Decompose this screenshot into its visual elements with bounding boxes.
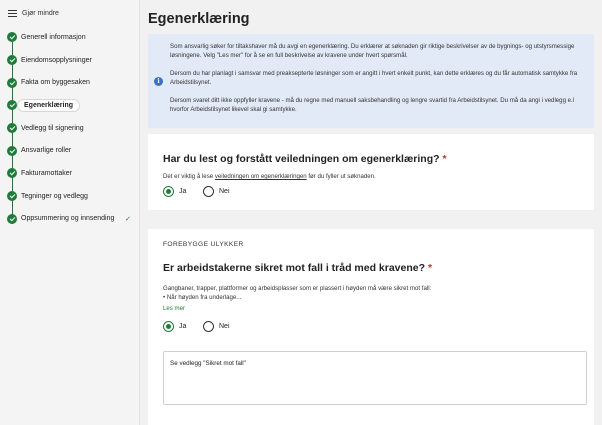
radio-selected-icon (163, 321, 174, 332)
sidebar-item-oppsummering-og-innsending[interactable]: Oppsummering og innsending ✓ (0, 208, 139, 231)
check-circle-icon (7, 145, 17, 156)
radio-yes[interactable]: Ja (163, 186, 186, 197)
check-circle-icon (7, 55, 17, 66)
radio-selected-icon (163, 186, 174, 197)
radio-empty-icon (203, 321, 214, 332)
sidebar-item-label: Fakturamottaker (21, 169, 72, 177)
section-heading: FOREBYGGE ULYKKER (163, 241, 244, 248)
question-title-text: Er arbeidstakerne sikret mot fall i tråd… (163, 262, 426, 274)
info-panel: i Som ansvarlig søker for tiltakshaver m… (148, 34, 594, 128)
sidebar-item-fakturamottaker[interactable]: Fakturamottaker (0, 162, 139, 202)
check-circle-icon (7, 123, 17, 134)
question-title-text: Har du lest og forstått veiledningen om … (163, 153, 440, 165)
info-paragraph: Dersom svaret ditt ikke oppfyller kraven… (170, 97, 575, 113)
check-circle-icon (7, 168, 17, 179)
check-circle-icon (7, 191, 17, 202)
sidebar-item-label: Vedlegg til signering (21, 124, 84, 132)
required-marker: * (442, 153, 447, 165)
radio-label: Nei (219, 188, 230, 195)
sidebar-item-label: Fakta om byggesaken (21, 79, 90, 87)
check-circle-icon (7, 32, 17, 43)
radio-label: Nei (219, 323, 230, 330)
question-title: Har du lest og forstått veiledningen om … (163, 153, 447, 165)
radio-yes[interactable]: Ja (163, 321, 186, 332)
check-circle-icon (7, 213, 17, 224)
radio-empty-icon (203, 186, 214, 197)
question-card-fall-protection: FOREBYGGE ULYKKER Er arbeidstakerne sikr… (148, 229, 594, 425)
sidebar-item-ansvarlige-roller[interactable]: Ansvarlige roller (0, 139, 139, 179)
main-content: Egenerklæring i Som ansvarlig søker for … (140, 0, 602, 425)
sidebar-item-label: Tegninger og vedlegg (21, 192, 88, 200)
sidebar-item-fakta-om-byggesaken[interactable]: Fakta om byggesaken (0, 71, 139, 111)
sidebar-item-generell-informasjon[interactable]: Generell informasjon (0, 26, 139, 66)
sidebar-item-label: Ansvarlige roller (21, 147, 72, 155)
sidebar-item-label: Oppsummering og innsending (21, 215, 115, 223)
sidebar-item-label: Generell informasjon (21, 33, 86, 41)
radio-no[interactable]: Nei (203, 186, 230, 197)
required-marker: * (427, 262, 433, 274)
sidebar-item-label: Eiendomsopplysninger (21, 56, 92, 64)
help-text: Det er viktig å lese (163, 173, 215, 180)
question-card-guidance: Har du lest og forstått veiledningen om … (148, 134, 594, 210)
read-more-link[interactable]: Les mer (163, 305, 185, 312)
page-title: Egenerklæring (148, 11, 250, 27)
radio-no[interactable]: Nei (203, 321, 230, 332)
help-text: før du fyller ut søknaden. (306, 173, 376, 180)
info-icon: i (154, 77, 163, 86)
sidebar-item-label: Egenerklæring (17, 98, 81, 112)
step-list: Generell informasjon Eiendomsopplysninge… (0, 26, 139, 230)
radio-label: Ja (179, 323, 187, 330)
sidebar-item-tegninger-og-vedlegg[interactable]: Tegninger og vedlegg (0, 185, 139, 224)
sidebar-item-vedlegg-til-signering[interactable]: Vedlegg til signering (0, 117, 139, 156)
question-help: Gangbaner, trapper, plattformer og arbei… (163, 285, 432, 292)
info-paragraph: Dersom du har planlagt i samsvar med pre… (170, 70, 578, 86)
check-circle-icon (7, 77, 17, 88)
radio-label: Ja (179, 188, 187, 195)
sidebar-toggle[interactable]: Gjør mindre (0, 0, 139, 26)
sidebar-item-egenerklaering[interactable]: Egenerklæring (0, 94, 139, 134)
comment-textarea[interactable]: Se vedlegg "Sikret mot fall" (163, 351, 587, 405)
question-title: Er arbeidstakerne sikret mot fall i tråd… (163, 262, 432, 274)
hamburger-icon (8, 9, 17, 17)
sidebar-item-eiendomsopplysninger[interactable]: Eiendomsopplysninger (0, 49, 139, 88)
question-help: • Når høyden fra underlage... (163, 294, 242, 301)
sidebar: Gjør mindre Generell informasjon Eiendom… (0, 0, 140, 425)
check-circle-icon (7, 100, 17, 111)
info-paragraph: Som ansvarlig søker for tiltakshaver må … (170, 43, 575, 59)
question-help: Det er viktig å lese veiledningen om ege… (163, 173, 376, 180)
guidance-link[interactable]: veiledningen om egenerklæringen (215, 173, 307, 180)
checkmark-icon: ✓ (125, 215, 131, 223)
sidebar-toggle-label: Gjør mindre (22, 9, 59, 17)
